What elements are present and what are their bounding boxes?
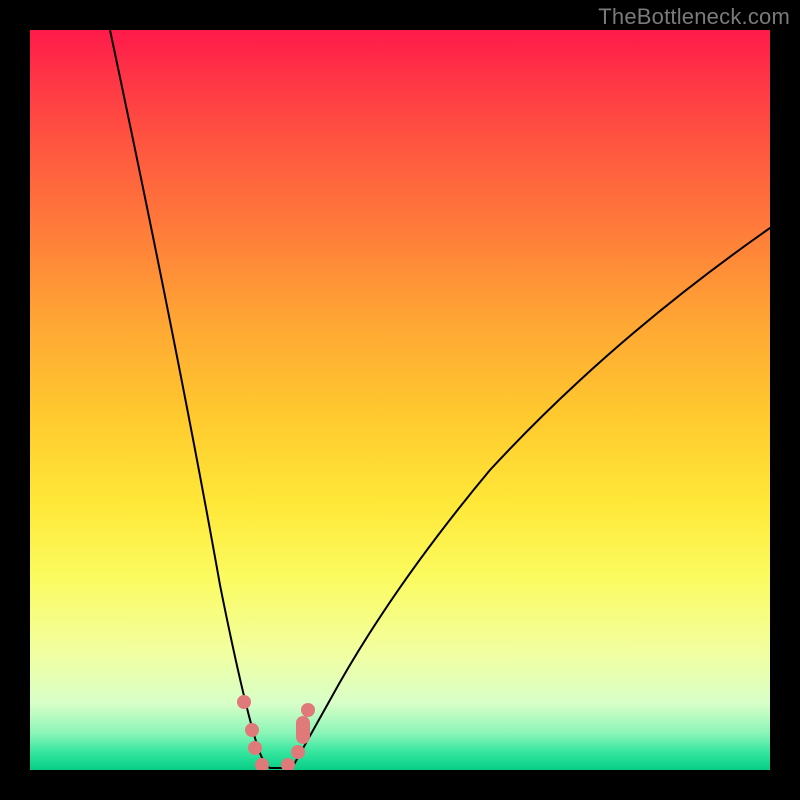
data-marker	[291, 745, 305, 759]
curve-layer	[30, 30, 770, 770]
data-marker	[237, 695, 251, 709]
data-marker	[296, 716, 310, 744]
chart-stage: TheBottleneck.com	[0, 0, 800, 800]
data-marker	[301, 703, 315, 717]
data-marker	[245, 723, 259, 737]
data-marker	[248, 741, 262, 755]
data-marker	[281, 758, 295, 770]
watermark-text: TheBottleneck.com	[598, 4, 790, 30]
curve-left-branch	[110, 30, 270, 768]
plot-area	[30, 30, 770, 770]
data-marker	[255, 758, 269, 770]
curve-right-branch	[292, 228, 770, 768]
